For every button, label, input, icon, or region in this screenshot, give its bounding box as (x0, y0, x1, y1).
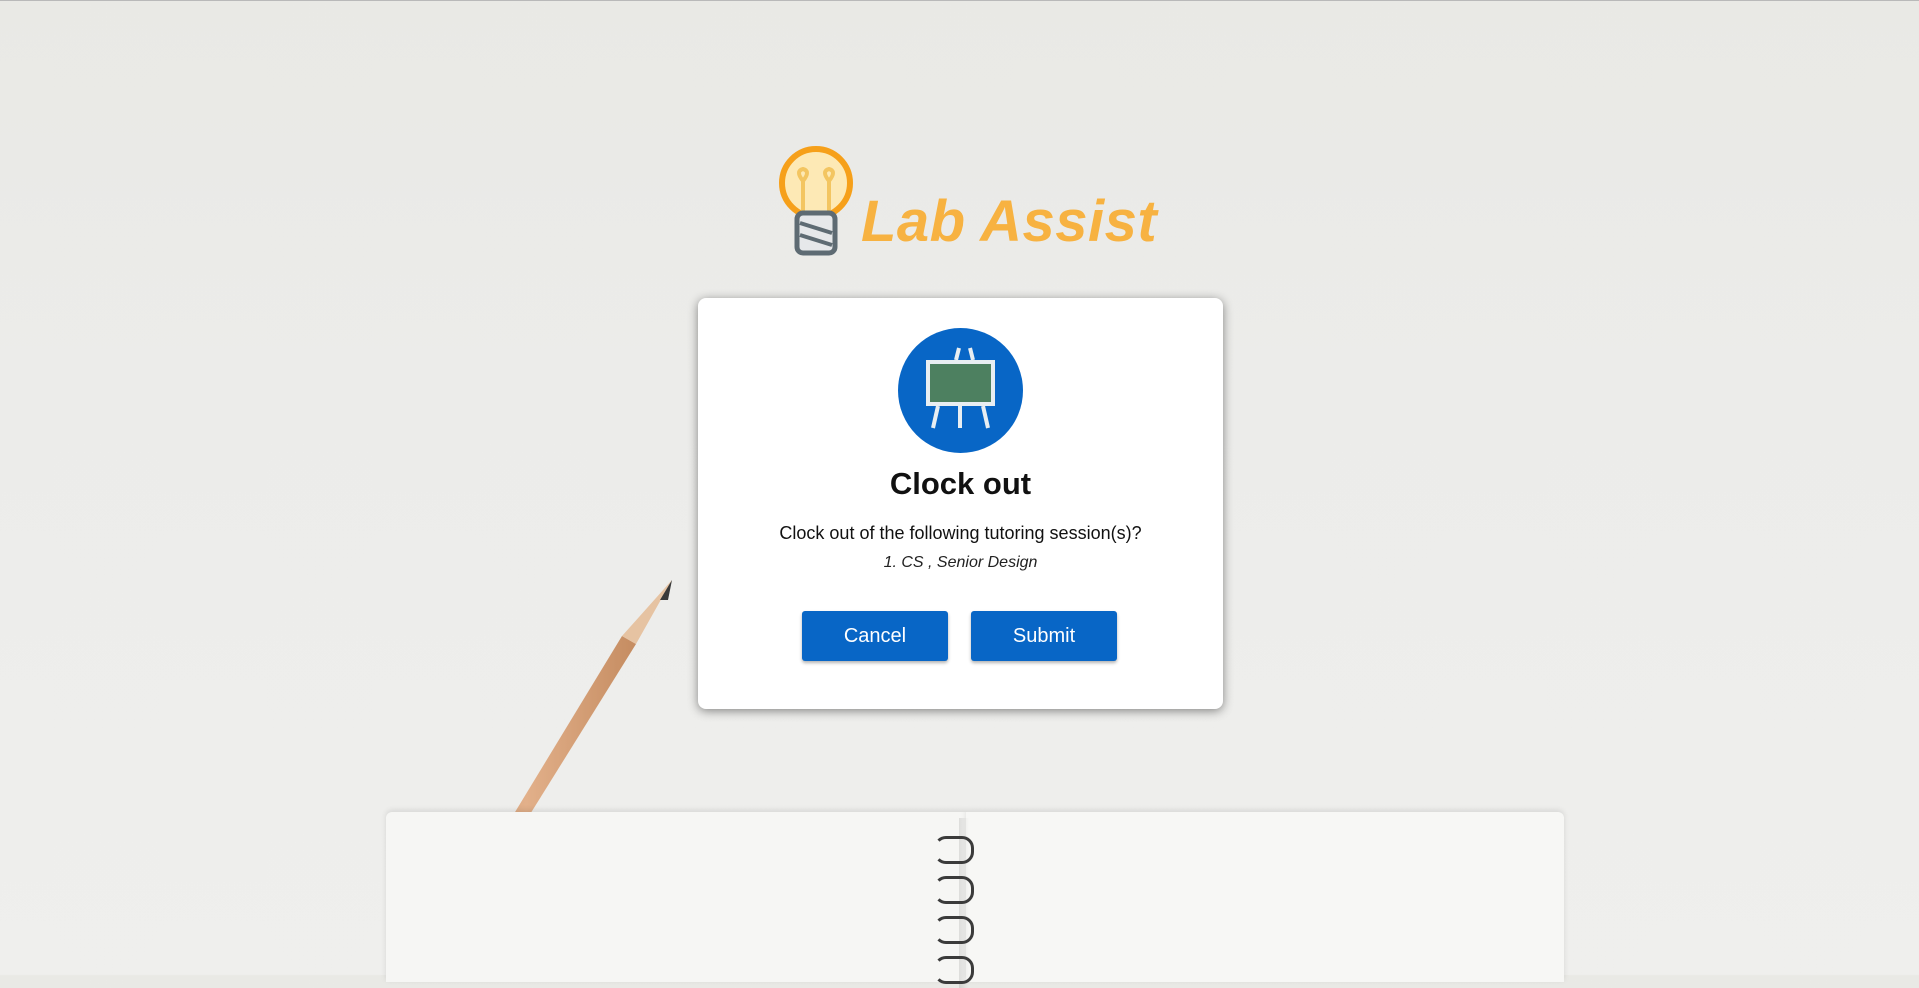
dialog-message: Clock out of the following tutoring sess… (779, 523, 1142, 543)
session-list-item: 1. CS , Senior Design (883, 554, 1038, 571)
lightbulb-icon (779, 146, 853, 256)
app-logo: Lab Assist (773, 143, 1157, 263)
notebook-background-image (386, 812, 1564, 988)
clock-out-dialog: Clock out Clock out of the following tut… (698, 298, 1223, 709)
cancel-button[interactable]: Cancel (802, 611, 948, 661)
chalkboard-easel-icon (898, 328, 1023, 453)
app-logo-text: Lab Assist (861, 189, 1158, 254)
dialog-title: Clock out (889, 466, 1032, 501)
top-border (0, 0, 1919, 1)
submit-button[interactable]: Submit (971, 611, 1117, 661)
